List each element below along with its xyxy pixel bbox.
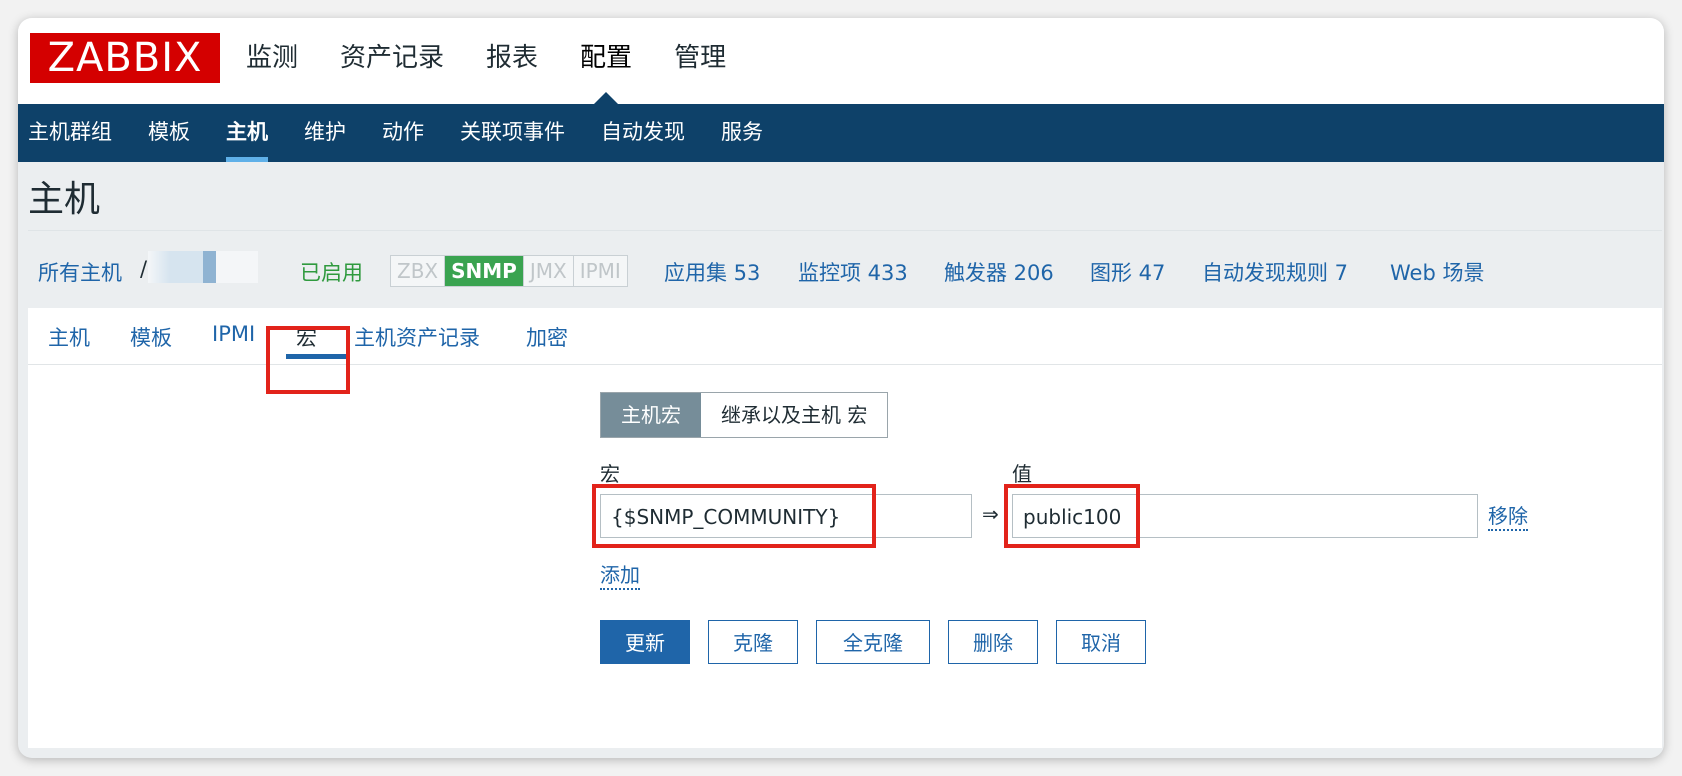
macro-name-highlight (592, 484, 876, 548)
main-nav: 监测 资产记录 报表 配置 管理 (246, 18, 768, 104)
macro-type-toggle: 主机宏 继承以及主机 宏 (600, 392, 889, 438)
items-link[interactable]: 监控项 433 (798, 257, 908, 287)
sub-nav-services[interactable]: 服务 (721, 104, 763, 162)
value-column-label: 值 (1012, 462, 1032, 486)
top-bar: ZABBIX 监测 资产记录 报表 配置 管理 (18, 18, 1664, 104)
sub-nav-actions[interactable]: 动作 (382, 104, 424, 162)
tab-encryption[interactable]: 加密 (526, 322, 568, 352)
cancel-button[interactable]: 取消 (1056, 620, 1146, 664)
clone-button[interactable]: 克隆 (708, 620, 798, 664)
availability-badges: ZBX SNMP JMX IPMI (390, 255, 628, 287)
add-macro-link[interactable]: 添加 (600, 562, 640, 590)
sub-nav-host-groups[interactable]: 主机群组 (28, 104, 112, 162)
update-button[interactable]: 更新 (600, 620, 690, 664)
app-window: ZABBIX 监测 资产记录 报表 配置 管理 主机群组 模板 主机 维护 动作… (18, 18, 1664, 758)
main-nav-reports[interactable]: 报表 (486, 18, 538, 104)
host-macros-option[interactable]: 主机宏 (601, 393, 701, 437)
all-hosts-link[interactable]: 所有主机 (38, 257, 122, 287)
sub-nav-hosts[interactable]: 主机 (226, 104, 268, 162)
host-breadcrumb-bar: 所有主机 / 已启用 ZBX SNMP JMX IPMI 应用集 53 监控项 … (28, 230, 1662, 309)
zabbix-logo[interactable]: ZABBIX (30, 33, 220, 83)
delete-button[interactable]: 删除 (948, 620, 1038, 664)
redacted-host-name[interactable] (148, 251, 258, 283)
full-clone-button[interactable]: 全克隆 (816, 620, 930, 664)
ipmi-availability-badge: IPMI (573, 256, 627, 286)
host-form-panel: 主机 模板 IPMI 宏 主机资产记录 加密 主机宏 继承以及主机 宏 宏 值 … (28, 308, 1662, 748)
discovery-rules-link[interactable]: 自动发现规则 7 (1202, 257, 1348, 287)
graphs-link[interactable]: 图形 47 (1090, 257, 1165, 287)
applications-link[interactable]: 应用集 53 (664, 257, 760, 287)
web-scenarios-link[interactable]: Web 场景 (1390, 257, 1484, 287)
breadcrumb-separator: / (140, 257, 148, 281)
jmx-availability-badge: JMX (523, 256, 574, 286)
page-title: 主机 (28, 179, 101, 220)
main-nav-inventory[interactable]: 资产记录 (340, 18, 444, 104)
remove-macro-link[interactable]: 移除 (1488, 503, 1528, 531)
macro-value-highlight (1004, 484, 1140, 548)
tab-inventory[interactable]: 主机资产记录 (354, 322, 480, 352)
sub-nav-templates[interactable]: 模板 (148, 104, 190, 162)
main-nav-administration[interactable]: 管理 (674, 18, 726, 104)
main-nav-configuration[interactable]: 配置 (580, 18, 632, 104)
snmp-availability-badge: SNMP (445, 256, 524, 286)
sub-nav-maintenance[interactable]: 维护 (304, 104, 346, 162)
tab-host[interactable]: 主机 (48, 322, 90, 352)
zbx-availability-badge: ZBX (391, 256, 446, 286)
inherited-macros-option[interactable]: 继承以及主机 宏 (701, 393, 888, 437)
triggers-link[interactable]: 触发器 206 (944, 257, 1054, 287)
macro-assign-arrow: ⇒ (982, 502, 999, 526)
tab-templates[interactable]: 模板 (130, 322, 172, 352)
sub-nav: 主机群组 模板 主机 维护 动作 关联项事件 自动发现 服务 (18, 104, 1664, 162)
tab-ipmi[interactable]: IPMI (212, 322, 255, 346)
macro-column-label: 宏 (600, 462, 620, 486)
sub-nav-discovery[interactable]: 自动发现 (601, 104, 685, 162)
sub-nav-event-correlation[interactable]: 关联项事件 (460, 104, 565, 162)
host-status-enabled[interactable]: 已启用 (300, 257, 363, 287)
main-nav-monitoring[interactable]: 监测 (246, 18, 298, 104)
macros-tab-highlight (266, 326, 350, 394)
